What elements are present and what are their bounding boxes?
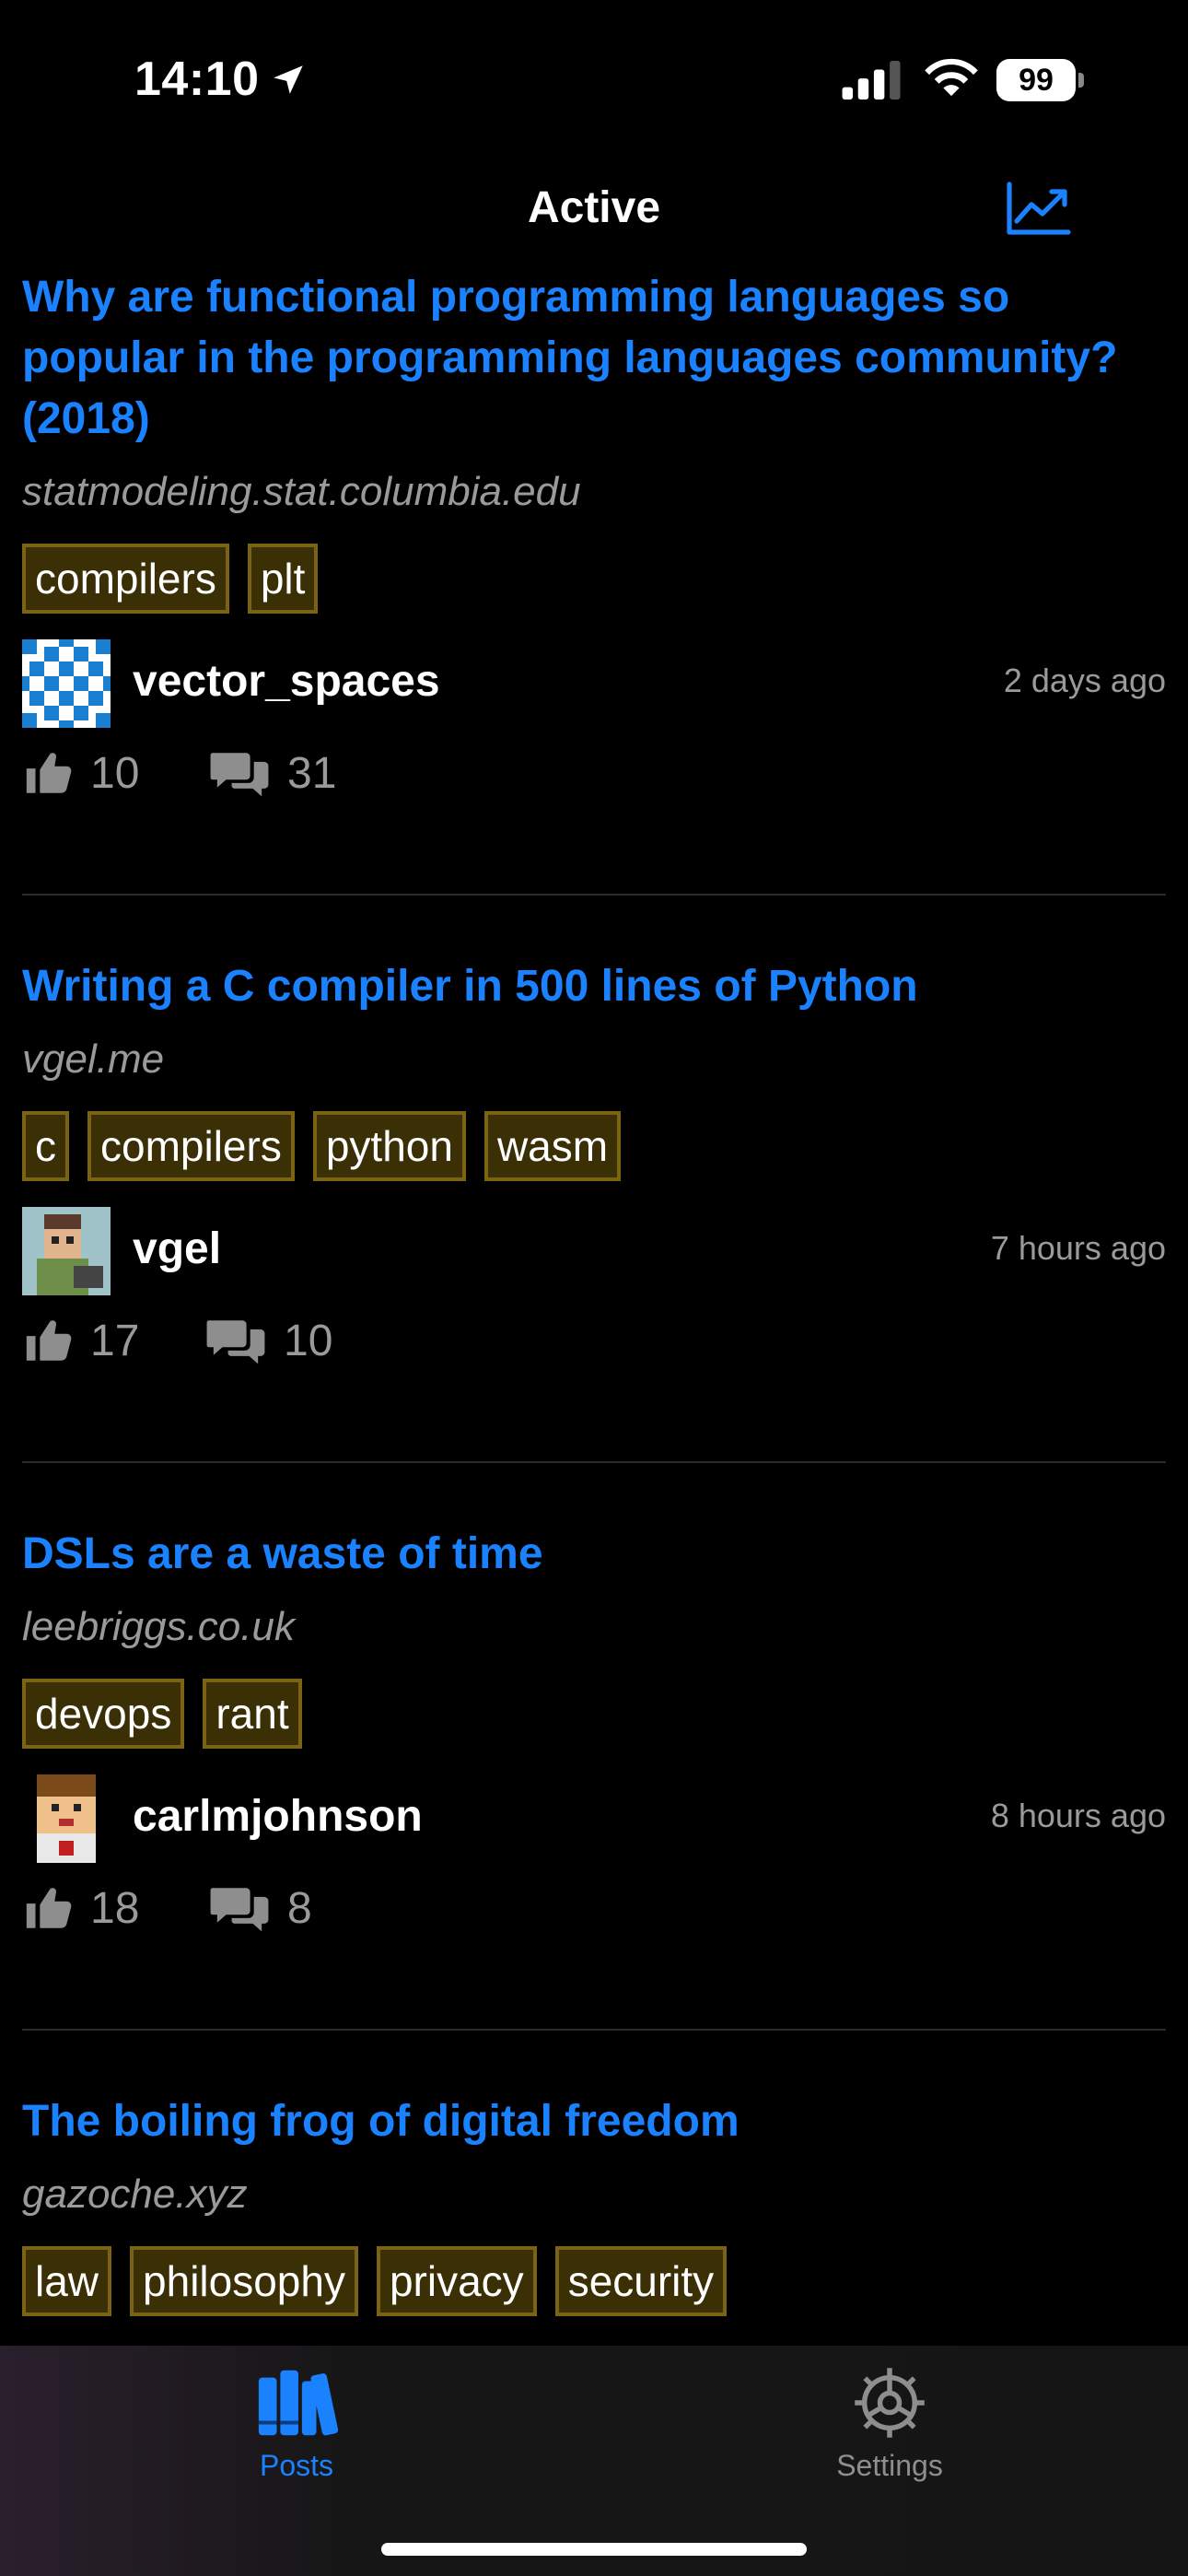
battery-indicator: 99 [996,59,1085,101]
tag[interactable]: rant [203,1679,302,1749]
tab-settings[interactable]: Settings [751,2364,1028,2483]
tab-bar: Posts Settings [0,2346,1188,2576]
post-title[interactable]: DSLs are a waste of time [22,1524,1127,1585]
gear-icon [855,2368,925,2438]
tag[interactable]: security [554,2246,728,2316]
post-item[interactable]: Why are functional programming languages… [0,267,1188,820]
likes-stat[interactable]: 17 [22,1314,139,1367]
tag[interactable]: c [22,1111,69,1181]
post-domain: leebriggs.co.uk [22,1604,295,1649]
post-title[interactable]: Why are functional programming languages… [22,267,1127,450]
post-divider [22,894,1166,896]
author-row: carlmjohnson 8 hours ago [22,1774,1166,1863]
tab-settings-label: Settings [836,2449,943,2482]
battery-cap [1078,73,1084,88]
thumbs-up-icon [26,1320,72,1361]
thumbs-up-icon [26,1888,72,1928]
author-name[interactable]: carlmjohnson [133,1791,423,1842]
stats-row: 18 8 [22,1881,1166,1955]
post-divider [22,2029,1166,2031]
status-time: 14:10 [134,53,260,106]
post-item[interactable]: Writing a C compiler in 500 lines of Pyt… [0,956,1188,1388]
battery-level: 99 [996,59,1076,101]
status-bar: 14:10 99 [0,0,1188,157]
chart-line-icon[interactable] [1004,179,1072,238]
likes-count: 18 [90,1883,140,1933]
tag[interactable]: devops [22,1679,185,1749]
post-item[interactable]: DSLs are a waste of time leebriggs.co.uk… [0,1524,1188,1955]
avatar[interactable] [22,639,111,728]
likes-stat[interactable]: 18 [22,1881,139,1935]
author-row: vector_spaces 2 days ago [22,639,1166,728]
post-domain: statmodeling.stat.columbia.edu [22,469,581,514]
author-row: vgel 7 hours ago [22,1207,1166,1295]
post-timestamp: 7 hours ago [990,1229,1166,1267]
home-indicator [381,2543,807,2556]
post-timestamp: 8 hours ago [990,1797,1166,1834]
navigation-bar: Active [0,157,1188,267]
avatar[interactable] [22,1774,111,1863]
comments-stat[interactable]: 31 [206,746,336,800]
avatar[interactable] [22,1207,111,1295]
comments-icon [210,1888,269,1932]
stats-row: 10 31 [22,746,1166,820]
likes-count: 17 [90,1316,140,1365]
tag[interactable]: privacy [376,2246,537,2316]
tab-posts-label: Posts [259,2449,334,2482]
tag-list: law philosophy privacy security [22,2246,1166,2316]
post-domain: gazoche.xyz [22,2172,248,2217]
likes-stat[interactable]: 10 [22,746,139,800]
comments-stat[interactable]: 8 [206,1881,312,1935]
comments-count: 10 [284,1316,333,1365]
post-domain: vgel.me [22,1036,165,1082]
author-name[interactable]: vgel [133,1224,221,1274]
post-title[interactable]: The boiling frog of digital freedom [22,2091,1127,2152]
tag[interactable]: python [312,1111,466,1181]
post-timestamp: 2 days ago [1003,662,1166,699]
post-divider [22,1461,1166,1463]
tag[interactable]: compilers [22,544,229,614]
tag[interactable]: wasm [483,1111,622,1181]
tag[interactable]: plt [247,544,319,614]
stats-row: 17 10 [22,1314,1166,1388]
tag[interactable]: law [22,2246,112,2316]
comments-stat[interactable]: 10 [203,1314,332,1367]
location-arrow-icon [274,65,303,94]
author-name[interactable]: vector_spaces [133,656,440,707]
comments-icon [206,1320,265,1364]
tag-list: devops rant [22,1679,1166,1749]
tag[interactable]: philosophy [130,2246,358,2316]
cellular-signal-icon [842,61,901,100]
tag[interactable]: compilers [87,1111,295,1181]
wifi-icon [925,58,978,97]
post-title[interactable]: Writing a C compiler in 500 lines of Pyt… [22,956,1127,1017]
likes-count: 10 [90,748,140,798]
comments-count: 8 [287,1883,312,1933]
books-icon [258,2370,338,2436]
tag-list: c compilers python wasm [22,1111,1166,1181]
comments-count: 31 [287,748,337,798]
comments-icon [210,753,269,797]
post-feed[interactable]: Why are functional programming languages… [0,267,1188,2346]
tab-posts[interactable]: Posts [158,2364,435,2483]
post-item[interactable]: The boiling frog of digital freedom gazo… [0,2091,1188,2316]
tag-list: compilers plt [22,544,1166,614]
thumbs-up-icon [26,753,72,793]
